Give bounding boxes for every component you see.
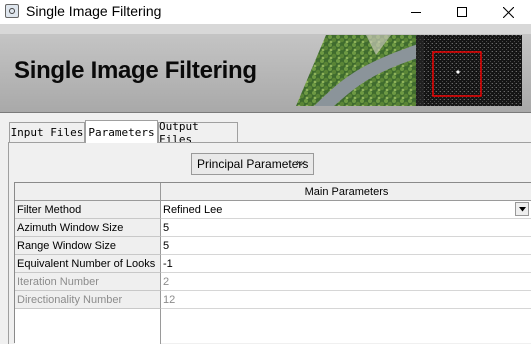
satellite-image [296, 35, 522, 106]
directionality-number-input: 12 [161, 291, 531, 309]
equivalent-looks-input[interactable]: -1 [161, 255, 531, 273]
filter-method-select[interactable]: Refined Lee [161, 201, 531, 219]
azimuth-window-input[interactable]: 5 [161, 219, 531, 237]
tab-parameters[interactable]: Parameters [85, 120, 158, 143]
row-label-iteration-number: Iteration Number [15, 273, 161, 291]
section-select-value: Principal Parameters [197, 157, 309, 171]
tab-input-files[interactable]: Input Files [9, 122, 85, 142]
dropdown-arrow-icon [518, 206, 526, 211]
grid-header: Main Parameters [161, 183, 531, 201]
window-title: Single Image Filtering [26, 3, 162, 19]
grid-corner-header [15, 183, 161, 201]
row-label-range-window: Range Window Size [15, 237, 161, 255]
filter-method-dropdown-button[interactable] [515, 202, 529, 216]
row-label-equivalent-looks: Equivalent Number of Looks [15, 255, 161, 273]
app-icon [5, 4, 19, 18]
parameters-grid: Main Parameters Filter Method Refined Le… [14, 182, 531, 344]
maximize-icon [457, 7, 467, 17]
row-label-directionality-number: Directionality Number [15, 291, 161, 309]
section-select[interactable]: Principal Parameters [191, 153, 314, 175]
chevron-down-icon [296, 158, 306, 171]
close-icon [502, 6, 514, 18]
banner-strip [0, 24, 531, 34]
row-label-filter-method: Filter Method [15, 201, 161, 219]
minimize-button[interactable] [393, 0, 439, 24]
range-window-input[interactable]: 5 [161, 237, 531, 255]
grid-empty-label-column [15, 309, 161, 344]
row-label-azimuth-window: Azimuth Window Size [15, 219, 161, 237]
title-bar: Single Image Filtering [0, 0, 531, 24]
tab-output-files[interactable]: Output Files [158, 120, 238, 146]
minimize-icon [411, 11, 421, 13]
iteration-number-input: 2 [161, 273, 531, 291]
banner-title: Single Image Filtering [14, 57, 257, 84]
maximize-button[interactable] [439, 0, 485, 24]
filter-method-value: Refined Lee [163, 203, 223, 216]
close-button[interactable] [485, 0, 531, 24]
